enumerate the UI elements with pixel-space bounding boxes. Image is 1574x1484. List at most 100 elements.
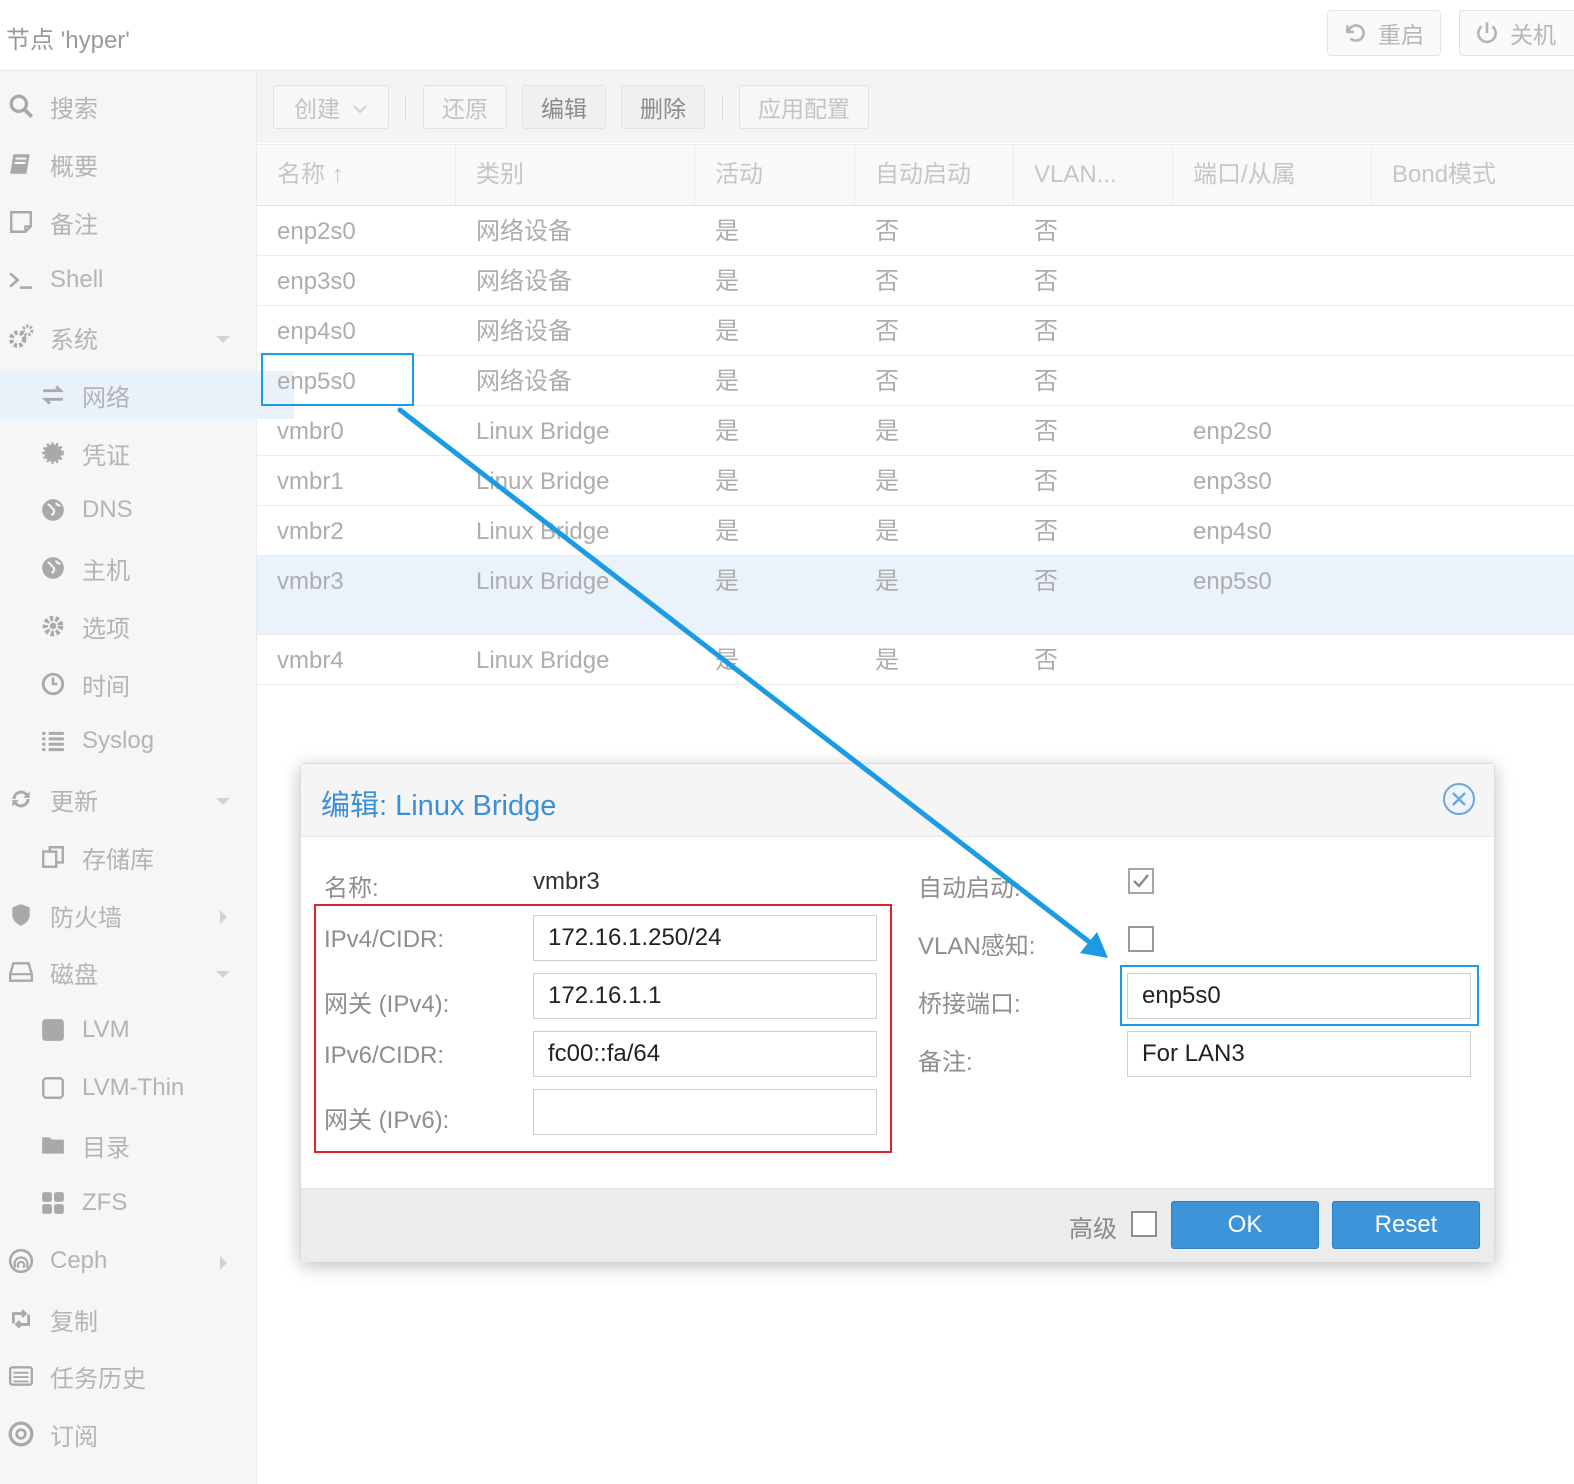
- power-icon: [1477, 22, 1497, 44]
- table-row[interactable]: vmbr4 Linux Bridge 是 是 否: [257, 635, 1574, 685]
- apply-config-button[interactable]: 应用配置: [739, 85, 869, 129]
- gateway-ipv4-field[interactable]: 172.16.1.1: [533, 973, 877, 1019]
- vlan-aware-label: VLAN感知:: [918, 933, 1036, 960]
- cell-active: 是: [715, 318, 739, 345]
- name-value: vmbr3: [533, 868, 600, 895]
- column-header-active[interactable]: 活动: [695, 145, 855, 205]
- cell-autostart: 否: [875, 268, 899, 295]
- cell-name: enp2s0: [277, 218, 356, 245]
- sidebar-item-lvm[interactable]: LVM: [0, 1006, 294, 1054]
- sidebar-item-lvm-thin[interactable]: LVM-Thin: [0, 1064, 294, 1112]
- sidebar-item-options[interactable]: 选项: [0, 602, 294, 650]
- support-icon: [6, 1419, 36, 1449]
- sidebar-item-label: 防火墙: [50, 904, 122, 932]
- sidebar-item-shell[interactable]: Shell: [0, 256, 262, 304]
- globe-icon: [38, 553, 68, 583]
- ceph-icon: [6, 1246, 36, 1276]
- sidebar-item-repositories[interactable]: 存储库: [0, 833, 294, 881]
- column-header-type[interactable]: 类别: [456, 145, 695, 205]
- revert-label: 还原: [442, 96, 488, 122]
- sidebar-item-time[interactable]: 时间: [0, 660, 294, 708]
- autostart-checkbox[interactable]: [1128, 868, 1154, 894]
- table-row-selected[interactable]: vmbr3 Linux Bridge 是 是 否 enp5s0: [257, 556, 1574, 635]
- chevron-right-icon[interactable]: [214, 905, 232, 933]
- table-row[interactable]: vmbr1 Linux Bridge 是 是 否 enp3s0: [257, 456, 1574, 506]
- sidebar-item-ceph[interactable]: Ceph: [0, 1237, 262, 1285]
- cell-active: 是: [715, 518, 739, 545]
- sidebar-item-directory[interactable]: 目录: [0, 1121, 294, 1169]
- cell-name: vmbr0: [277, 418, 344, 445]
- sidebar-item-notes[interactable]: 备注: [0, 198, 262, 246]
- cell-active: 是: [715, 268, 739, 295]
- column-header-name[interactable]: 名称 ↑: [257, 145, 456, 205]
- sidebar-item-search[interactable]: 搜索: [0, 82, 262, 130]
- sidebar-item-label: 复制: [50, 1308, 98, 1336]
- cell-autostart: 是: [875, 647, 899, 674]
- cell-autostart: 否: [875, 218, 899, 245]
- gateway-ipv6-field[interactable]: [533, 1089, 877, 1135]
- sidebar-item-certificates[interactable]: 凭证: [0, 429, 294, 477]
- list-icon: [38, 726, 68, 756]
- bridge-ports-field[interactable]: enp5s0: [1127, 973, 1471, 1019]
- revert-button[interactable]: 还原: [423, 85, 507, 129]
- shutdown-button[interactable]: 关机: [1459, 10, 1574, 56]
- ipv6-cidr-field[interactable]: fc00::fa/64: [533, 1031, 877, 1077]
- sidebar-item-subscription[interactable]: 订阅: [0, 1410, 262, 1458]
- chevron-down-icon[interactable]: [214, 327, 232, 355]
- sidebar-item-label: LVM: [82, 1016, 130, 1043]
- column-header-vlan[interactable]: VLAN...: [1014, 145, 1173, 205]
- cell-active: 是: [715, 218, 739, 245]
- cell-ports: enp4s0: [1193, 518, 1272, 545]
- cell-vlan: 否: [1034, 418, 1058, 445]
- table-row[interactable]: enp2s0 网络设备 是 否 否: [257, 206, 1574, 256]
- close-icon[interactable]: [1442, 782, 1476, 816]
- sidebar-item-summary[interactable]: 概要: [0, 140, 262, 188]
- column-header-autostart[interactable]: 自动启动: [855, 145, 1014, 205]
- toolbar-separator: [722, 95, 723, 121]
- dialog-title: 编辑: Linux Bridge: [321, 790, 557, 822]
- delete-label: 删除: [640, 96, 686, 122]
- book-icon: [6, 149, 36, 179]
- chevron-down-icon[interactable]: [214, 962, 232, 990]
- ok-button[interactable]: OK: [1171, 1201, 1319, 1249]
- sidebar-item-firewall[interactable]: 防火墙: [0, 891, 262, 939]
- gateway-ipv6-label: 网关 (IPv6):: [324, 1107, 450, 1134]
- cell-autostart: 否: [875, 318, 899, 345]
- sidebar-item-dns[interactable]: DNS: [0, 486, 294, 534]
- comment-field[interactable]: For LAN3: [1127, 1031, 1471, 1077]
- table-row[interactable]: enp5s0 网络设备 是 否 否: [257, 356, 1574, 406]
- sidebar-item-replication[interactable]: 复制: [0, 1295, 262, 1343]
- column-header-ports[interactable]: 端口/从属: [1173, 145, 1372, 205]
- shield-icon: [6, 900, 36, 930]
- cell-vlan: 否: [1034, 218, 1058, 245]
- cell-type: 网络设备: [476, 218, 572, 245]
- sidebar-item-label: 订阅: [50, 1423, 98, 1451]
- column-header-bond-mode[interactable]: Bond模式: [1372, 145, 1574, 205]
- create-button[interactable]: 创建: [273, 85, 389, 129]
- vlan-aware-checkbox[interactable]: [1128, 926, 1154, 952]
- restart-button[interactable]: 重启: [1327, 10, 1441, 56]
- table-row[interactable]: vmbr0 Linux Bridge 是 是 否 enp2s0: [257, 406, 1574, 456]
- table-row[interactable]: enp4s0 网络设备 是 否 否: [257, 306, 1574, 356]
- sidebar-item-task-history[interactable]: 任务历史: [0, 1352, 262, 1400]
- table-row[interactable]: vmbr2 Linux Bridge 是 是 否 enp4s0: [257, 506, 1574, 556]
- sidebar-item-updates[interactable]: 更新: [0, 775, 262, 823]
- edit-button[interactable]: 编辑: [522, 85, 606, 129]
- sidebar-item-label: 更新: [50, 788, 98, 816]
- advanced-checkbox[interactable]: [1131, 1211, 1157, 1237]
- sidebar-item-syslog[interactable]: Syslog: [0, 717, 294, 765]
- sidebar-item-system[interactable]: 系统: [0, 313, 262, 361]
- reset-button[interactable]: Reset: [1332, 1201, 1480, 1249]
- cell-autostart: 是: [875, 418, 899, 445]
- chevron-down-icon[interactable]: [214, 789, 232, 817]
- cell-name: vmbr1: [277, 468, 344, 495]
- sidebar-item-disks[interactable]: 磁盘: [0, 948, 262, 996]
- chevron-right-icon[interactable]: [214, 1251, 232, 1279]
- ipv4-cidr-field[interactable]: 172.16.1.250/24: [533, 915, 877, 961]
- sidebar-item-hosts[interactable]: 主机: [0, 544, 294, 592]
- restart-label: 重启: [1378, 22, 1424, 48]
- table-row[interactable]: enp3s0 网络设备 是 否 否: [257, 256, 1574, 306]
- sidebar-item-network[interactable]: 网络: [0, 371, 294, 419]
- delete-button[interactable]: 删除: [621, 85, 705, 129]
- sidebar-item-zfs[interactable]: ZFS: [0, 1179, 294, 1227]
